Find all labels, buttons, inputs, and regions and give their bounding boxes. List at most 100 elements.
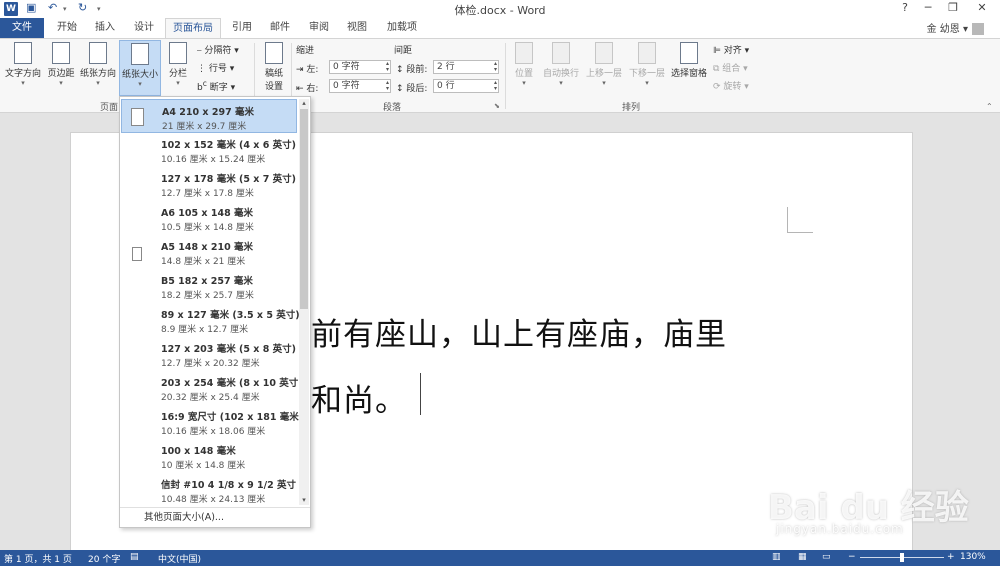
paper-size-option[interactable]: 信封 #10 4 1/8 x 9 1/2 英寸 10.48 厘米 x 24.13… [121, 473, 297, 507]
spin-arrows-icon[interactable]: ▴ ▾ [386, 80, 389, 92]
close-button[interactable]: ✕ [972, 1, 992, 14]
paper-size-dimensions: 10.16 厘米 x 18.06 厘米 [161, 427, 266, 437]
user-account[interactable]: 金 幼恩 ▾ [927, 20, 984, 35]
group-button[interactable]: ⧉ 组合 ▾ [713, 61, 748, 74]
spacing-before-value: 2 行 [437, 62, 455, 72]
size-button[interactable]: 纸张大小 ▾ [119, 40, 161, 96]
tab-page-layout[interactable]: 页面布局 [165, 18, 221, 39]
paper-size-name: 100 x 148 毫米 [161, 446, 236, 457]
zoom-level[interactable]: 130% [960, 552, 986, 562]
spacing-after-input[interactable]: 0 行 ▴ ▾ [433, 79, 499, 93]
orientation-icon [89, 42, 107, 64]
language-indicator[interactable]: 中文(中国) [158, 552, 201, 565]
tab-insert[interactable]: 插入 [88, 18, 122, 38]
paper-size-option[interactable]: 127 x 203 毫米 (5 x 8 英寸) 12.7 厘米 x 20.32 … [121, 337, 297, 371]
columns-button[interactable]: 分栏 ▾ [163, 42, 193, 87]
bring-forward-button[interactable]: 上移一层 ▾ [583, 42, 625, 87]
tab-addins[interactable]: 加载项 [380, 18, 424, 38]
spacing-before-label: ↕ 段前: [396, 65, 428, 75]
paper-size-option[interactable]: A4 210 x 297 毫米 21 厘米 x 29.7 厘米 [121, 99, 297, 133]
dialog-launcher-icon[interactable]: ⬊ [494, 102, 500, 110]
print-layout-icon[interactable]: ▦ [798, 552, 807, 562]
tab-review[interactable]: 审阅 [302, 18, 336, 38]
paper-size-dimensions: 14.8 厘米 x 21 厘米 [161, 257, 246, 267]
paper-size-option[interactable]: 89 x 127 毫米 (3.5 x 5 英寸) 8.9 厘米 x 12.7 厘… [121, 303, 300, 337]
align-button[interactable]: ⊫ 对齐 ▾ [713, 43, 749, 56]
text-direction-button[interactable]: 文字方向 ▾ [2, 42, 44, 87]
menu-scrollbar[interactable]: ▴ ▾ [299, 99, 309, 505]
spin-arrows-icon[interactable]: ▴ ▾ [494, 61, 497, 73]
help-button[interactable]: ? [895, 1, 915, 14]
paper-size-option[interactable]: 16:9 宽尺寸 (102 x 181 毫米) 10.16 厘米 x 18.06… [121, 405, 303, 439]
orientation-button[interactable]: 纸张方向 ▾ [78, 42, 118, 87]
watermark-url: jingyan.baidu.com [776, 522, 904, 536]
tab-design[interactable]: 设计 [127, 18, 161, 38]
breaks-button[interactable]: ⎯ 分隔符 ▾ [197, 43, 239, 56]
minimize-button[interactable]: ─ [918, 1, 938, 14]
hyphenation-button[interactable]: bc 断字 ▾ [197, 79, 235, 93]
document-line-2[interactable]: 和尚。 [311, 375, 407, 420]
collapse-ribbon-icon[interactable]: ⌃ [986, 102, 993, 111]
rotate-button[interactable]: ⟳ 旋转 ▾ [713, 79, 749, 92]
draft-paper-button[interactable]: 稿纸 设置 [260, 42, 288, 92]
paper-size-dimensions: 10.48 厘米 x 24.13 厘米 [161, 495, 266, 505]
scrollbar-thumb[interactable] [300, 109, 308, 309]
zoom-in-button[interactable]: + [947, 552, 955, 562]
page-count[interactable]: 第 1 页，共 1 页 [4, 552, 72, 565]
spacing-before-input[interactable]: 2 行 ▴ ▾ [433, 60, 499, 74]
wrap-text-button[interactable]: 自动换行 ▾ [540, 42, 582, 87]
chevron-down-icon: ▾ [21, 79, 25, 87]
margins-button[interactable]: 页边距 ▾ [44, 42, 78, 87]
rotate-label: 旋转 [723, 82, 742, 92]
zoom-slider-thumb[interactable] [900, 553, 904, 562]
indent-right-text: 右: [306, 84, 319, 94]
spin-arrows-icon[interactable]: ▴ ▾ [386, 61, 389, 73]
position-button[interactable]: 位置 ▾ [510, 42, 538, 87]
tab-view[interactable]: 视图 [340, 18, 374, 38]
paper-size-option[interactable]: B5 182 x 257 毫米 18.2 厘米 x 25.7 厘米 [121, 269, 297, 303]
more-paper-sizes-item[interactable]: 其他页面大小(A)... [120, 507, 310, 527]
paper-size-option[interactable]: A6 105 x 148 毫米 10.5 厘米 x 14.8 厘米 [121, 201, 297, 235]
paper-size-option[interactable]: 203 x 254 毫米 (8 x 10 英寸) 20.32 厘米 x 25.4… [121, 371, 303, 405]
tab-mailings[interactable]: 邮件 [263, 18, 297, 38]
web-layout-icon[interactable]: ▭ [822, 552, 831, 562]
spacing-after-label: ↕ 段后: [396, 84, 428, 94]
tab-file[interactable]: 文件 [0, 18, 44, 38]
scroll-down-icon[interactable]: ▾ [299, 496, 309, 505]
word-count[interactable]: 20 个字 [88, 552, 120, 565]
draft-paper-label-2: 设置 [264, 82, 283, 92]
paper-size-name: A6 105 x 148 毫米 [161, 208, 253, 219]
document-line-1[interactable]: 前有座山，山上有座庙，庙里 [311, 309, 727, 354]
size-label: 纸张大小 [121, 70, 158, 80]
spin-arrows-icon[interactable]: ▴ ▾ [494, 80, 497, 92]
zoom-out-button[interactable]: − [848, 552, 856, 562]
paper-size-dimensions: 12.7 厘米 x 20.32 厘米 [161, 359, 260, 369]
paper-size-dimensions: 10.16 厘米 x 15.24 厘米 [161, 155, 266, 165]
chevron-down-icon: ▾ [559, 79, 563, 87]
indent-right-input[interactable]: 0 字符 ▴ ▾ [329, 79, 391, 93]
position-icon [515, 42, 533, 64]
indent-left-value: 0 字符 [333, 62, 360, 72]
scroll-up-icon[interactable]: ▴ [299, 99, 309, 108]
draft-paper-label-1: 稿纸 [264, 69, 283, 79]
paper-size-option[interactable]: 127 x 178 毫米 (5 x 7 英寸) 12.7 厘米 x 17.8 厘… [121, 167, 297, 201]
restore-button[interactable]: ❐ [943, 1, 963, 14]
paper-size-option[interactable]: 102 x 152 毫米 (4 x 6 英寸) 10.16 厘米 x 15.24… [121, 133, 297, 167]
paper-size-name: A4 210 x 297 毫米 [162, 107, 254, 118]
position-label: 位置 [514, 69, 533, 79]
tab-references[interactable]: 引用 [225, 18, 259, 38]
line-numbers-button[interactable]: ⋮ 行号 ▾ [197, 61, 234, 74]
spacing-before-text: 段前: [406, 65, 428, 75]
paper-size-option[interactable]: 100 x 148 毫米 10 厘米 x 14.8 厘米 [121, 439, 297, 473]
read-mode-icon[interactable]: ▥ [772, 552, 781, 562]
paper-size-option[interactable]: A5 148 x 210 毫米 14.8 厘米 x 21 厘米 [121, 235, 297, 269]
proofing-icon[interactable]: ▤ [130, 552, 139, 562]
send-backward-button[interactable]: 下移一层 ▾ [626, 42, 668, 87]
title-bar: W ▣ ↶ ▾ ↻ ▾ 体检.docx - Word ? ─ ❐ ✕ [0, 0, 1000, 18]
paper-size-name: 16:9 宽尺寸 (102 x 181 毫米) [161, 412, 304, 423]
draft-paper-icon [265, 42, 283, 64]
selection-pane-button[interactable]: 选择窗格 [668, 42, 710, 79]
tab-home[interactable]: 开始 [50, 18, 84, 38]
ribbon-tabs: 文件 开始 插入 设计 页面布局 引用 邮件 审阅 视图 加载项 金 幼恩 ▾ [0, 18, 1000, 39]
indent-left-input[interactable]: 0 字符 ▴ ▾ [329, 60, 391, 74]
